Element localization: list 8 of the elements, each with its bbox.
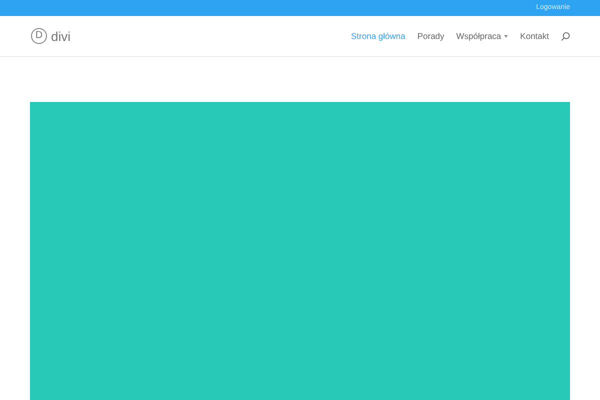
nav-link[interactable]: Strona główna: [351, 30, 406, 42]
nav-link[interactable]: Kontakt: [520, 30, 549, 42]
logo-text[interactable]: divi: [51, 30, 71, 42]
search-icon[interactable]: [561, 32, 570, 40]
nav-link[interactable]: Współpraca: [456, 30, 502, 42]
logo-mark[interactable]: D: [31, 28, 47, 44]
caret-icon[interactable]: [504, 34, 508, 38]
nav-link[interactable]: Porady: [417, 30, 444, 42]
